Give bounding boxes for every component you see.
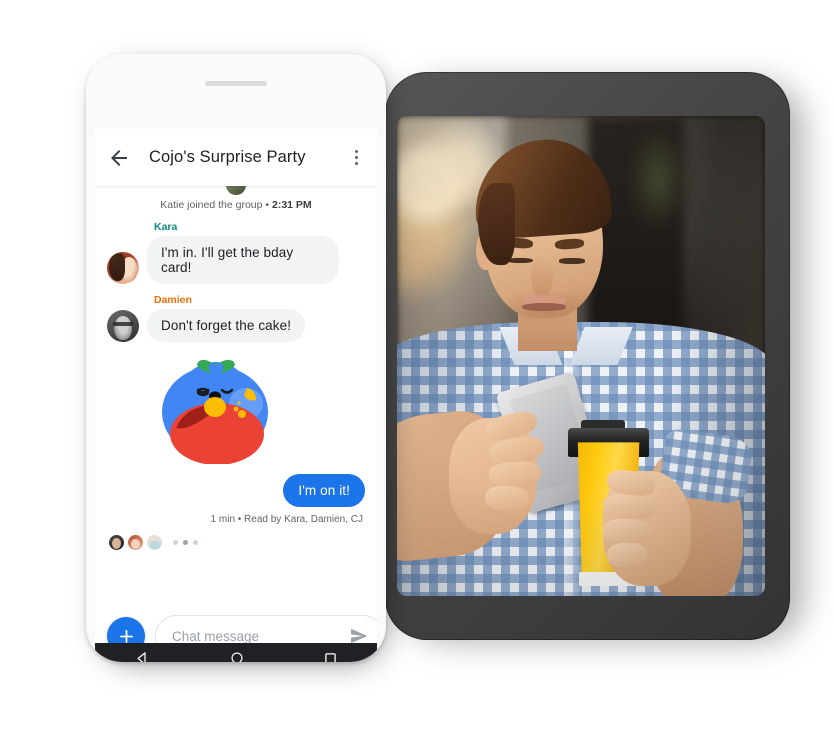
message-sender-name: Damien	[154, 294, 192, 306]
phone-device: Cojo's Surprise Party Katie joined the g…	[86, 54, 386, 662]
system-event: Katie joined the group • 2:31 PM	[107, 186, 365, 211]
read-receipt: 1 min • Read by Kara, Damien, CJ	[210, 514, 363, 525]
kebab-dot	[354, 156, 358, 159]
reader-avatar-1[interactable]	[109, 535, 124, 550]
page-dot-active	[183, 540, 188, 545]
photo-finger	[602, 518, 652, 545]
man-with-coffee-and-phone-photo	[397, 116, 765, 596]
page-dots	[173, 540, 198, 545]
scene-root: Cojo's Surprise Party Katie joined the g…	[0, 0, 834, 730]
earpiece-speaker	[205, 81, 267, 86]
damien-avatar[interactable]	[107, 310, 139, 342]
photo-background-foliage	[628, 125, 688, 232]
message-sender-name: Kara	[154, 221, 178, 233]
kebab-dot	[354, 150, 358, 153]
system-event-separator: •	[265, 199, 270, 211]
nav-home-circle-icon[interactable]	[230, 651, 244, 662]
message-bubble[interactable]: I'm in. I'll get the bday card!	[147, 236, 339, 284]
kara-avatar[interactable]	[107, 252, 139, 284]
nav-back-triangle-icon[interactable]	[135, 651, 150, 662]
android-nav-bar	[95, 643, 377, 662]
nav-recents-square-icon[interactable]	[324, 652, 337, 662]
page-dot	[173, 540, 178, 545]
photo-mouth	[522, 303, 567, 311]
message-row-incoming: I'm in. I'll get the bday card!	[107, 236, 365, 284]
tablet-screen	[397, 116, 765, 596]
photo-eye-right	[558, 258, 585, 264]
message-row-outgoing: I'm on it!	[107, 474, 365, 507]
arrow-left-icon[interactable]	[107, 146, 131, 170]
photo-hair-side	[477, 183, 515, 265]
kebab-dot	[354, 162, 358, 165]
system-event-label: Katie joined the group	[160, 199, 263, 211]
reader-avatars	[107, 525, 365, 550]
blue-blob-eating-apple-sticker[interactable]	[154, 352, 276, 464]
photo-finger	[606, 542, 648, 568]
reader-avatar-2[interactable]	[128, 535, 143, 550]
message-bubble-sent[interactable]: I'm on it!	[283, 474, 365, 507]
system-event-time: 2:31 PM	[272, 199, 312, 211]
chat-message-input[interactable]	[172, 628, 349, 644]
photo-finger	[484, 484, 530, 511]
message-row-sticker	[154, 352, 365, 464]
message-row-incoming: Don't forget the cake!	[107, 309, 365, 342]
page-dot	[193, 540, 198, 545]
more-vert-icon[interactable]	[347, 146, 365, 170]
photo-finger	[488, 460, 542, 487]
message-bubble[interactable]: Don't forget the cake!	[147, 309, 306, 342]
photo-eye-left	[507, 257, 534, 264]
app-bar: Cojo's Surprise Party	[95, 129, 377, 186]
message-thread[interactable]: Katie joined the group • 2:31 PM Kara I'…	[95, 186, 377, 604]
messaging-app: Cojo's Surprise Party Katie joined the g…	[95, 129, 377, 662]
reader-avatar-3[interactable]	[147, 535, 162, 550]
page-title: Cojo's Surprise Party	[149, 148, 306, 166]
